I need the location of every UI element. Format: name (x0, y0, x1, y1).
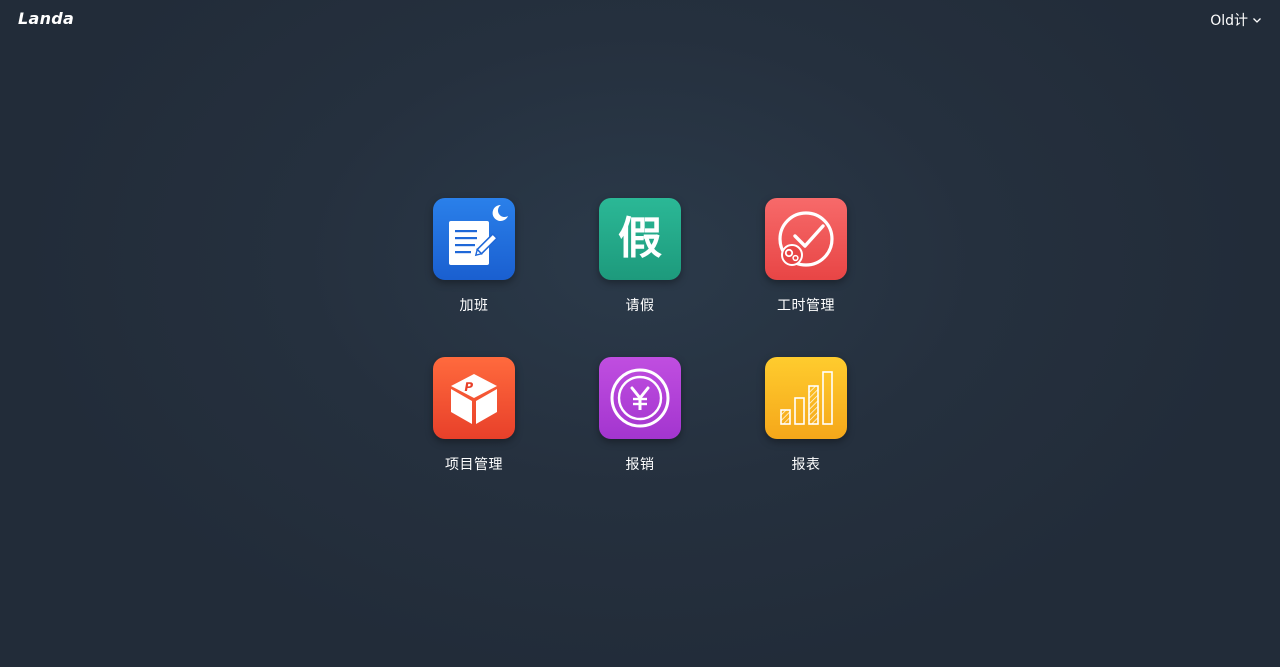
clock-icon[interactable] (765, 198, 847, 280)
leave-icon[interactable]: 假 (599, 198, 681, 280)
app-tile-project[interactable]: P 项目管理 (404, 357, 544, 474)
app-label: 工时管理 (777, 298, 835, 314)
app-grid: 加班 假 请假 工时管理 P 项目管理 报销 报表 (404, 198, 876, 474)
app-tile-overtime[interactable]: 加班 (404, 198, 544, 315)
app-label: 报表 (791, 457, 821, 473)
app-tile-report[interactable]: 报表 (736, 357, 876, 474)
logo[interactable]: Landa (18, 9, 74, 28)
app-label: 请假 (625, 298, 655, 314)
app-label: 加班 (459, 298, 489, 314)
user-menu[interactable]: Old计 (1210, 10, 1262, 30)
app-label: 报销 (625, 457, 655, 473)
bar-chart-icon[interactable] (765, 357, 847, 439)
user-name: Old计 (1210, 13, 1248, 29)
overtime-icon[interactable] (433, 198, 515, 280)
app-tile-leave[interactable]: 假 请假 (570, 198, 710, 315)
project-box-icon[interactable]: P (433, 357, 515, 439)
yen-coin-icon[interactable] (599, 357, 681, 439)
leave-glyph: 假 (618, 213, 662, 264)
app-tile-reimbursement[interactable]: 报销 (570, 357, 710, 474)
app-label: 项目管理 (445, 457, 503, 473)
app-tile-work-hours[interactable]: 工时管理 (736, 198, 876, 315)
chevron-down-icon (1253, 18, 1261, 23)
